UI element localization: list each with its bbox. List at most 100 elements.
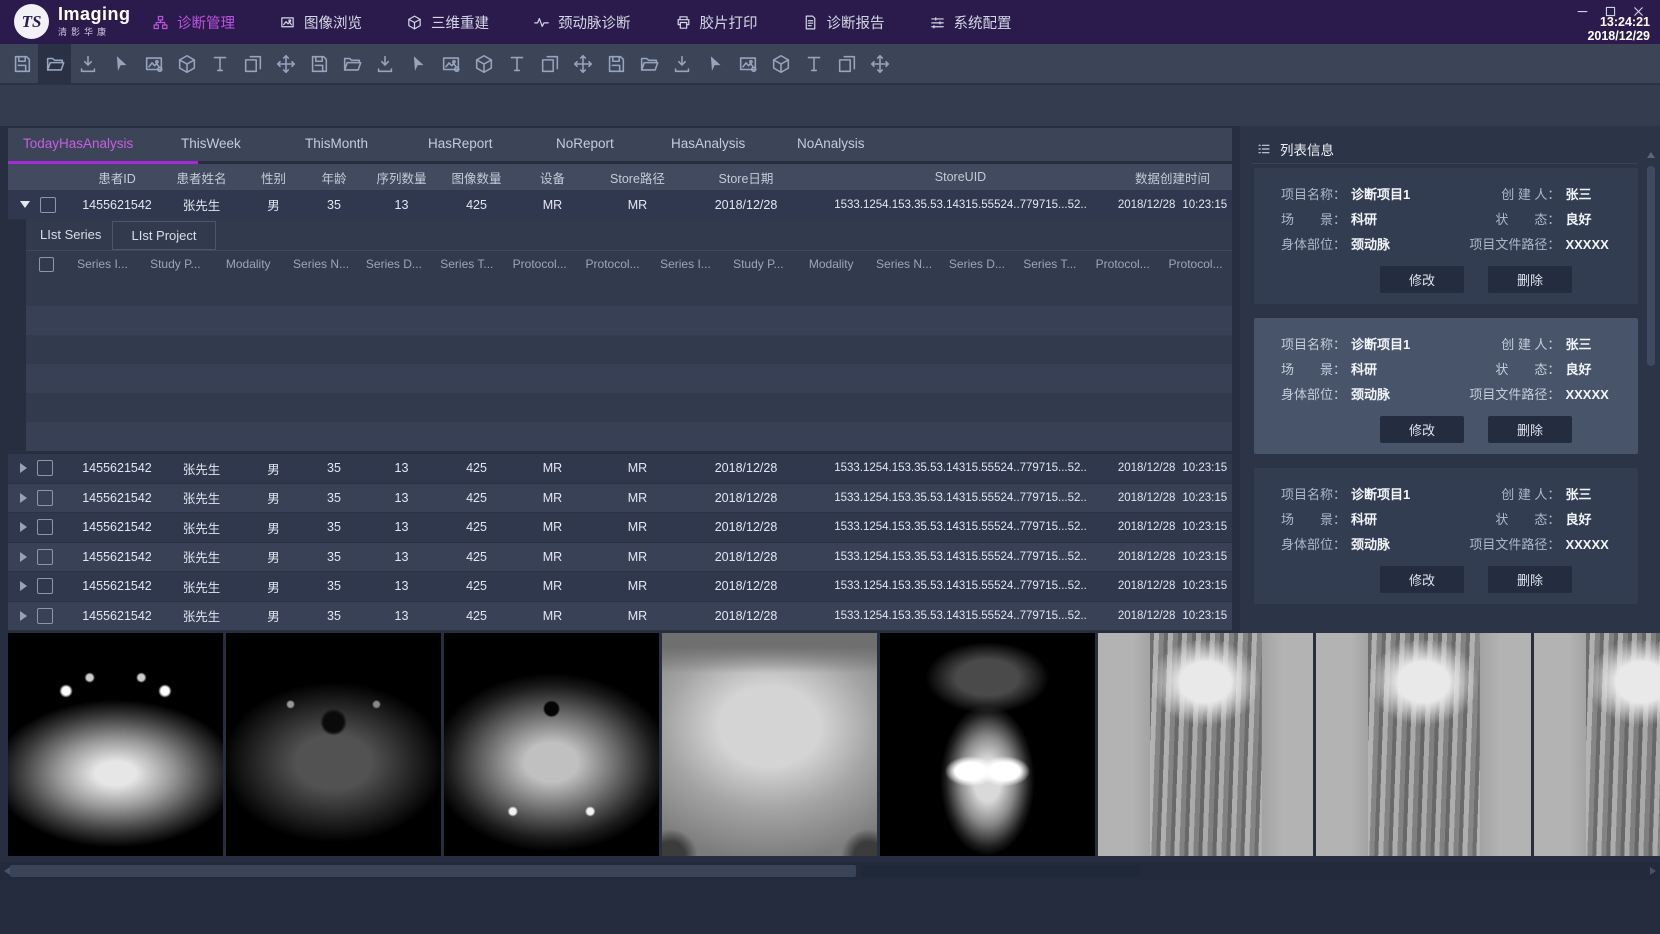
series-column-header[interactable]: Protocol... xyxy=(503,257,576,271)
row-checkbox[interactable] xyxy=(37,608,53,624)
column-header[interactable]: 设备 xyxy=(514,168,591,187)
nav-item-3d-reconstruction[interactable]: 三维重建 xyxy=(406,12,489,33)
study-row[interactable]: 1455621542 张先生 男 35 13 425 MR MR 2018/12… xyxy=(8,454,1232,484)
modify-project-button[interactable]: 修改 xyxy=(1380,266,1464,293)
copy-document-icon[interactable] xyxy=(533,44,566,84)
study-row[interactable]: 1455621542 张先生 男 35 13 425 MR MR 2018/12… xyxy=(8,513,1232,543)
column-header[interactable]: Store路径 xyxy=(591,168,684,187)
import-icon[interactable] xyxy=(71,44,104,84)
panel-scrollbar-thumb[interactable] xyxy=(1647,166,1655,366)
series-column-header[interactable]: Modality xyxy=(795,257,868,271)
nav-item-diagnosis-management[interactable]: 诊断管理 xyxy=(152,12,235,33)
scroll-right-icon[interactable] xyxy=(1650,867,1656,875)
row-checkbox[interactable] xyxy=(37,490,53,506)
mri-thumbnail-2[interactable] xyxy=(226,633,441,856)
series-column-header[interactable]: Protocol... xyxy=(576,257,649,271)
expand-row-icon[interactable] xyxy=(20,522,27,532)
tab-no-analysis[interactable]: NoAnalysis xyxy=(797,136,865,151)
cube-3d-icon[interactable] xyxy=(467,44,500,84)
horizontal-scrollbar[interactable] xyxy=(0,862,1660,880)
tab-has-analysis[interactable]: HasAnalysis xyxy=(671,136,745,151)
mri-thumbnail-4[interactable] xyxy=(662,633,877,856)
import-icon[interactable] xyxy=(368,44,401,84)
select-all-checkbox[interactable] xyxy=(39,257,54,272)
text-annotation-icon[interactable] xyxy=(797,44,830,84)
nav-item-diagnosis-report[interactable]: 诊断报告 xyxy=(802,12,885,33)
modify-project-button[interactable]: 修改 xyxy=(1380,566,1464,593)
image-capture-icon[interactable] xyxy=(434,44,467,84)
tab-has-report[interactable]: HasReport xyxy=(428,136,493,151)
column-header[interactable]: 年龄 xyxy=(304,168,364,187)
open-folder-icon[interactable] xyxy=(632,44,665,84)
project-card[interactable]: 项目名称：诊断项目1 创 建 人：张三 场 景：科研 状 态：良好 身体部位：颈… xyxy=(1254,468,1638,604)
study-row[interactable]: 1455621542 张先生 男 35 13 425 MR MR 2018/12… xyxy=(8,602,1232,632)
mri-thumbnail-3[interactable] xyxy=(444,633,659,856)
column-header[interactable]: 患者姓名 xyxy=(160,168,243,187)
column-header[interactable]: 患者ID xyxy=(74,168,160,187)
save-icon[interactable] xyxy=(302,44,335,84)
tab-list-project[interactable]: LIst Project xyxy=(112,221,216,250)
pan-move-icon[interactable] xyxy=(269,44,302,84)
tab-this-month[interactable]: ThisMonth xyxy=(305,136,368,151)
cube-3d-icon[interactable] xyxy=(170,44,203,84)
expand-row-icon[interactable] xyxy=(20,552,27,562)
open-folder-icon[interactable] xyxy=(38,44,71,84)
copy-document-icon[interactable] xyxy=(830,44,863,84)
image-capture-icon[interactable] xyxy=(731,44,764,84)
column-header[interactable]: 序列数量 xyxy=(364,168,439,187)
pan-move-icon[interactable] xyxy=(863,44,896,84)
series-column-header[interactable]: Protocol... xyxy=(1159,257,1232,271)
series-column-header[interactable]: Study P... xyxy=(139,257,212,271)
series-column-header[interactable]: Series T... xyxy=(1013,257,1086,271)
delete-project-button[interactable]: 删除 xyxy=(1488,566,1572,593)
tab-this-week[interactable]: ThisWeek xyxy=(181,136,241,151)
series-column-header[interactable]: Series I... xyxy=(649,257,722,271)
tab-today-has-analysis[interactable]: TodayHasAnalysis xyxy=(23,136,133,151)
mri-thumbnail-7[interactable] xyxy=(1316,633,1531,856)
study-row[interactable]: 1455621542 张先生 男 35 13 425 MR MR 2018/12… xyxy=(8,572,1232,602)
mri-thumbnail-5[interactable] xyxy=(880,633,1095,856)
series-column-header[interactable]: Study P... xyxy=(722,257,795,271)
study-row[interactable]: 1455621542 张先生 男 35 13 425 MR MR 2018/12… xyxy=(8,543,1232,573)
column-header[interactable]: 图像数量 xyxy=(439,168,514,187)
column-header[interactable]: StoreUID xyxy=(808,170,1113,184)
scroll-up-icon[interactable] xyxy=(1647,152,1655,158)
save-icon[interactable] xyxy=(5,44,38,84)
collapse-row-icon[interactable] xyxy=(20,201,30,208)
select-cursor-icon[interactable] xyxy=(401,44,434,84)
series-column-header[interactable]: Modality xyxy=(212,257,285,271)
project-card-selected[interactable]: 项目名称：诊断项目1 创 建 人：张三 场 景：科研 状 态：良好 身体部位：颈… xyxy=(1254,318,1638,454)
column-header[interactable]: Store日期 xyxy=(684,168,808,187)
column-header[interactable]: 性别 xyxy=(243,168,304,187)
text-annotation-icon[interactable] xyxy=(203,44,236,84)
expand-row-icon[interactable] xyxy=(20,493,27,503)
project-card[interactable]: 项目名称：诊断项目1 创 建 人：张三 场 景：科研 状 态：良好 身体部位：颈… xyxy=(1254,168,1638,304)
delete-project-button[interactable]: 删除 xyxy=(1488,266,1572,293)
pan-move-icon[interactable] xyxy=(566,44,599,84)
nav-item-film-print[interactable]: 胶片打印 xyxy=(675,12,758,33)
modify-project-button[interactable]: 修改 xyxy=(1380,416,1464,443)
study-row[interactable]: 1455621542 张先生 男 35 13 425 MR MR 2018/12… xyxy=(8,484,1232,514)
image-capture-icon[interactable] xyxy=(137,44,170,84)
cube-3d-icon[interactable] xyxy=(764,44,797,84)
import-icon[interactable] xyxy=(665,44,698,84)
delete-project-button[interactable]: 删除 xyxy=(1488,416,1572,443)
mri-thumbnail-6[interactable] xyxy=(1098,633,1313,856)
scrollbar-thumb[interactable] xyxy=(10,865,856,877)
series-column-header[interactable]: Series I... xyxy=(66,257,139,271)
series-column-header[interactable]: Series N... xyxy=(868,257,941,271)
series-column-header[interactable]: Series D... xyxy=(941,257,1014,271)
series-column-header[interactable]: Series N... xyxy=(285,257,358,271)
series-column-header[interactable]: Protocol... xyxy=(1086,257,1159,271)
series-column-header[interactable]: Series D... xyxy=(358,257,431,271)
expand-row-icon[interactable] xyxy=(20,611,27,621)
row-checkbox[interactable] xyxy=(40,197,56,213)
expand-row-icon[interactable] xyxy=(20,463,27,473)
nav-item-carotid-diagnosis[interactable]: 颈动脉诊断 xyxy=(533,12,631,33)
study-row-expanded[interactable]: 1455621542 张先生 男 35 13 425 MR MR 2018/12… xyxy=(8,190,1232,220)
tab-no-report[interactable]: NoReport xyxy=(556,136,614,151)
expand-row-icon[interactable] xyxy=(20,581,27,591)
tab-list-series[interactable]: LIst Series xyxy=(40,227,101,242)
row-checkbox[interactable] xyxy=(37,460,53,476)
copy-document-icon[interactable] xyxy=(236,44,269,84)
